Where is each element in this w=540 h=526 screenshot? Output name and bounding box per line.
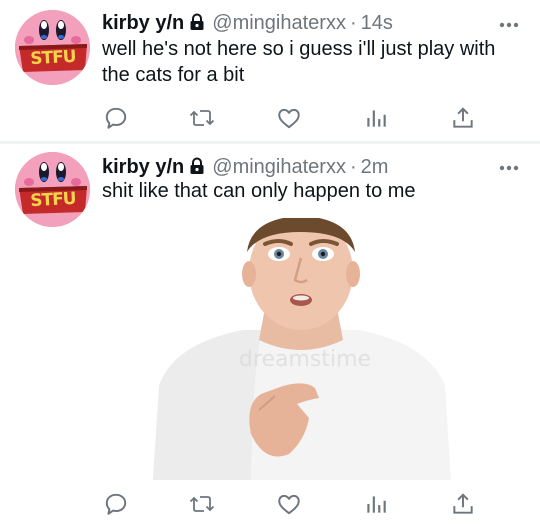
timestamp[interactable]: 2m [361, 156, 389, 178]
display-name[interactable]: kirby y/n [102, 156, 184, 178]
reply-icon[interactable] [101, 489, 131, 519]
tweet-media-photo[interactable]: dreamstime [133, 218, 469, 480]
more-options-icon[interactable] [498, 160, 520, 171]
avatar-sign-text: STFU [29, 188, 77, 212]
retweet-icon[interactable] [187, 489, 217, 519]
avatar[interactable]: STFU [15, 152, 90, 227]
like-icon[interactable] [274, 489, 304, 519]
analytics-icon[interactable] [361, 489, 391, 519]
share-icon[interactable] [448, 489, 478, 519]
watermark-text: dreamstime [239, 347, 371, 372]
tweet-actions [0, 489, 540, 519]
tweet-header: kirby y/n @mingihaterxx · 2m [102, 156, 388, 180]
user-handle[interactable]: @mingihaterxx [212, 156, 346, 178]
tweet[interactable]: STFU kirby y/n @mingihaterxx · 2m shit like… [0, 0, 540, 515]
tweet-text: shit like that can only happen to me [102, 180, 416, 202]
lock-icon [188, 157, 206, 180]
person-photo-image: dreamstime [133, 218, 469, 480]
separator-dot: · [349, 156, 357, 178]
